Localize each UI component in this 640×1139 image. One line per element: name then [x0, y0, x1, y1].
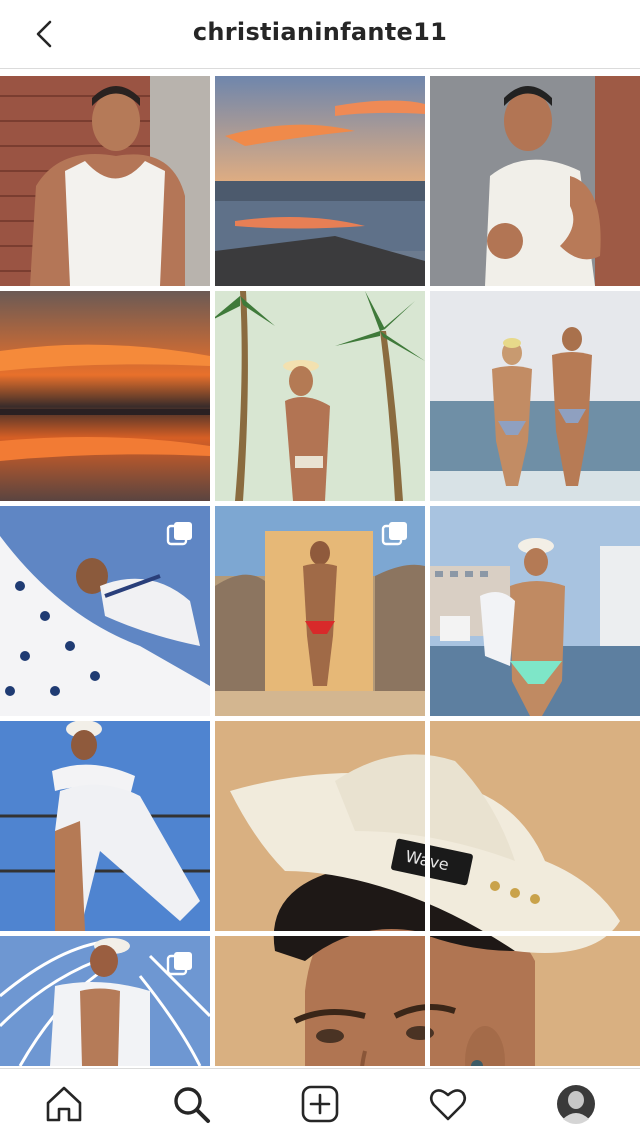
- post-tile-9[interactable]: [430, 506, 640, 716]
- post-tile-4[interactable]: [0, 291, 210, 501]
- grid-divider: [215, 931, 640, 936]
- profile-avatar[interactable]: [555, 1083, 597, 1125]
- search-icon[interactable]: [170, 1083, 212, 1125]
- post-tile-5[interactable]: [215, 291, 425, 501]
- post-tile-8[interactable]: [215, 506, 425, 716]
- top-bar: christianinfante11: [0, 0, 640, 69]
- profile-username-title: christianinfante11: [192, 18, 448, 46]
- post-tile-7[interactable]: [0, 506, 210, 716]
- bottom-nav-bar: [0, 1068, 640, 1139]
- post-tile-3[interactable]: [430, 76, 640, 286]
- multiple-posts-icon: [381, 522, 407, 546]
- post-tile-2[interactable]: [215, 76, 425, 286]
- activity-heart-icon[interactable]: [427, 1083, 469, 1125]
- posts-grid: Wave: [0, 76, 640, 1066]
- post-tile-13[interactable]: [0, 936, 210, 1066]
- post-tile-1[interactable]: [0, 76, 210, 286]
- multiple-posts-icon: [166, 522, 192, 546]
- post-tile-6[interactable]: [430, 291, 640, 501]
- new-post-icon[interactable]: [299, 1083, 341, 1125]
- multiple-posts-icon: [166, 952, 192, 976]
- grid-divider: [425, 721, 430, 1066]
- post-tile-10[interactable]: [0, 721, 210, 931]
- home-icon[interactable]: [43, 1083, 85, 1125]
